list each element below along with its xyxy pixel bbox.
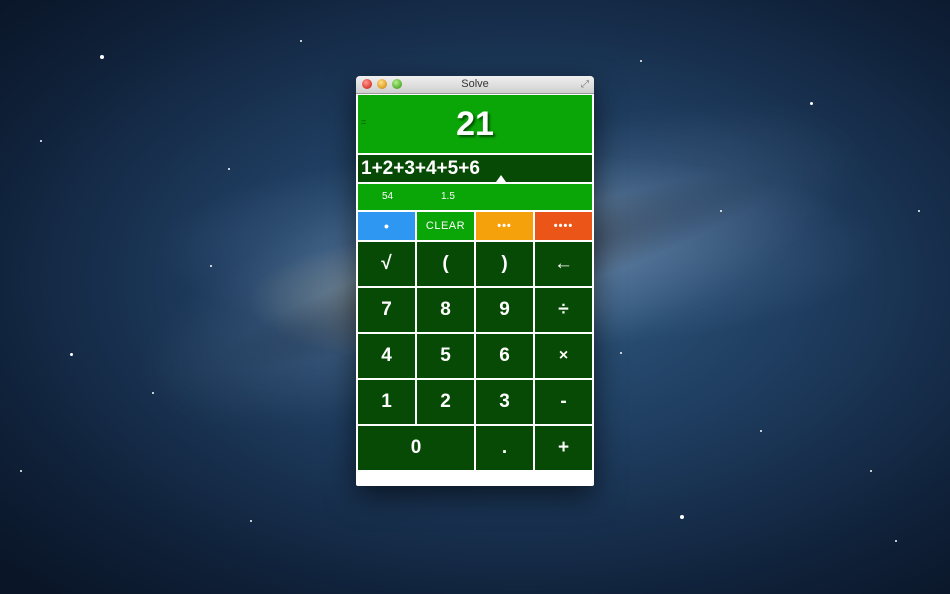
minus-button[interactable]: - <box>535 380 592 424</box>
solve-window: Solve ⤢ = 21 1+2+3+4+5+6 54 1.5 • CLEAR … <box>356 76 594 486</box>
result-display: = 21 <box>358 95 592 153</box>
sqrt-button[interactable]: √ <box>358 242 415 286</box>
digit-9-button[interactable]: 9 <box>476 288 533 332</box>
star <box>640 60 642 62</box>
star <box>300 40 302 42</box>
expression-input[interactable]: 1+2+3+4+5+6 <box>358 155 592 182</box>
plus-button[interactable]: + <box>535 426 592 470</box>
cursor-caret-icon <box>496 175 506 182</box>
star <box>70 353 73 356</box>
backspace-button[interactable]: ← <box>535 242 592 286</box>
digit-8-button[interactable]: 8 <box>417 288 474 332</box>
star <box>250 520 252 522</box>
star <box>210 265 212 267</box>
mode-button-blue[interactable]: • <box>358 212 415 240</box>
star <box>228 168 230 170</box>
decimal-button[interactable]: . <box>476 426 533 470</box>
digit-2-button[interactable]: 2 <box>417 380 474 424</box>
star <box>895 540 897 542</box>
digit-3-button[interactable]: 3 <box>476 380 533 424</box>
multiply-button[interactable]: × <box>535 334 592 378</box>
divide-button[interactable]: ÷ <box>535 288 592 332</box>
star <box>810 102 813 105</box>
digit-5-button[interactable]: 5 <box>417 334 474 378</box>
star <box>620 352 622 354</box>
clear-button[interactable]: CLEAR <box>417 212 474 240</box>
open-paren-button[interactable]: ( <box>417 242 474 286</box>
digit-6-button[interactable]: 6 <box>476 334 533 378</box>
star <box>870 470 872 472</box>
title-bar[interactable]: Solve ⤢ <box>356 76 594 94</box>
star <box>918 210 920 212</box>
calculator-body: = 21 1+2+3+4+5+6 54 1.5 • CLEAR ••• ••••… <box>357 94 593 485</box>
window-title: Solve <box>461 78 489 90</box>
star <box>100 55 104 59</box>
expression-text: 1+2+3+4+5+6 <box>361 158 480 179</box>
close-paren-button[interactable]: ) <box>476 242 533 286</box>
digit-0-button[interactable]: 0 <box>358 426 474 470</box>
mode-button-orange[interactable]: ••• <box>476 212 533 240</box>
digit-4-button[interactable]: 4 <box>358 334 415 378</box>
fullscreen-icon[interactable]: ⤢ <box>581 79 589 90</box>
history-bar: 54 1.5 <box>358 184 592 210</box>
star <box>20 470 22 472</box>
star <box>40 140 42 142</box>
star <box>720 210 722 212</box>
mode-button-red[interactable]: •••• <box>535 212 592 240</box>
digit-1-button[interactable]: 1 <box>358 380 415 424</box>
history-item[interactable]: 54 <box>382 191 393 202</box>
star <box>680 515 684 519</box>
result-value: 21 <box>456 105 494 143</box>
history-item[interactable]: 1.5 <box>441 191 455 202</box>
star <box>760 430 762 432</box>
star <box>152 392 154 394</box>
digit-7-button[interactable]: 7 <box>358 288 415 332</box>
